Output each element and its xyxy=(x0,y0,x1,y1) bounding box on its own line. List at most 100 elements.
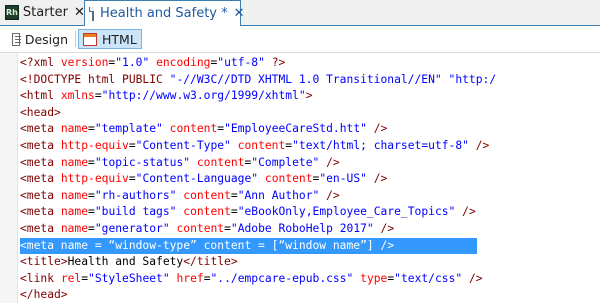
code-text-area[interactable]: <?xml version="1.0" encoding="utf-8" ?> <… xyxy=(20,55,600,304)
code-token: <!DOCTYPE html PUBLIC xyxy=(20,72,170,86)
code-token: content xyxy=(169,122,218,136)
code-token: "eBookOnly,Employee_Care_Topics" xyxy=(237,205,456,219)
code-token: <meta xyxy=(20,205,61,219)
code-line[interactable]: <meta name="template" content="EmployeeC… xyxy=(20,121,600,138)
code-token: href xyxy=(176,271,204,285)
code-token: = xyxy=(224,221,231,235)
code-token: Health and Safety xyxy=(67,255,184,269)
tab-health-and-safety[interactable]: Health and Safety * ✕ xyxy=(84,0,245,26)
code-token: "../empcare-epub.css" xyxy=(210,271,354,285)
code-token: /> xyxy=(319,188,340,202)
html-mode-button[interactable]: HTML xyxy=(78,29,142,49)
code-token: content xyxy=(183,205,231,219)
code-token: name xyxy=(60,221,89,235)
code-token: name xyxy=(60,188,89,202)
code-token: = xyxy=(230,205,238,219)
code-token: </title> xyxy=(183,255,238,269)
code-line[interactable]: <meta http-equiv="Content-Type" content=… xyxy=(20,138,600,155)
design-mode-label: Design xyxy=(24,31,68,47)
code-token: <meta name = “window-type” content = [“w… xyxy=(20,238,395,252)
code-token: "-//W3C//DTD XHTML 1.0 Transitional//EN" xyxy=(169,72,442,86)
code-token: "Ann Author" xyxy=(237,188,320,202)
code-token: </head> xyxy=(20,288,68,302)
code-line[interactable]: <!DOCTYPE html PUBLIC "-//W3C//DTD XHTML… xyxy=(20,72,600,89)
editor-gutter xyxy=(0,53,18,303)
view-mode-toolbar: Design HTML xyxy=(0,26,600,53)
code-token: content xyxy=(176,221,225,235)
code-line[interactable]: </head> xyxy=(20,287,600,304)
code-token: "EmployeeCareStd.htt" xyxy=(224,122,367,136)
code-token: > xyxy=(305,89,313,103)
html-code-editor[interactable]: <?xml version="1.0" encoding="utf-8" ?> <… xyxy=(0,53,600,303)
code-token: content xyxy=(264,172,313,186)
code-token: "text/html; charset=utf-8" xyxy=(292,138,469,152)
code-token: http-equiv xyxy=(60,138,129,152)
code-token: <meta xyxy=(20,172,61,186)
code-token: "template" xyxy=(94,122,163,136)
code-line[interactable]: <meta name="generator" content="Adobe Ro… xyxy=(20,221,600,238)
document-icon xyxy=(89,6,94,21)
code-token: "utf-8" xyxy=(217,56,265,69)
code-token: http-equiv xyxy=(60,172,129,186)
design-view-icon xyxy=(12,32,21,46)
code-token: name xyxy=(60,155,89,169)
code-line[interactable]: <?xml version="1.0" encoding="utf-8" ?> xyxy=(20,55,600,72)
code-token: name xyxy=(60,122,89,136)
code-token: <link xyxy=(20,271,61,285)
code-line[interactable]: <title>Health and Safety</title> xyxy=(20,254,600,271)
code-token: "1.0" xyxy=(115,56,150,69)
code-token: "Complete" xyxy=(251,155,320,169)
code-token: "Content-Type" xyxy=(135,138,231,152)
code-token: <title> xyxy=(20,255,68,269)
code-line[interactable]: <head> xyxy=(20,105,600,122)
code-token: /> xyxy=(319,155,340,169)
html-view-icon xyxy=(83,32,97,46)
document-tab-strip: Rh Starter ✕ Health and Safety * ✕ xyxy=(0,0,600,26)
rh-app-icon: Rh xyxy=(5,5,19,20)
code-token: <meta xyxy=(20,138,61,152)
code-token: encoding xyxy=(156,56,211,69)
code-token: name xyxy=(60,205,89,219)
code-line[interactable]: <meta name="build tags" content="eBookOn… xyxy=(20,204,600,221)
code-token: <meta xyxy=(20,122,61,136)
code-token: "generator" xyxy=(94,221,170,235)
code-token: /> xyxy=(366,172,388,186)
selected-code-line[interactable]: <meta name = “window-type” content = [“w… xyxy=(20,237,477,255)
code-token: "topic-status" xyxy=(94,155,191,169)
code-token: = xyxy=(128,172,136,186)
code-token: <html xyxy=(20,89,61,103)
code-token: /> xyxy=(462,271,483,285)
code-line[interactable]: <meta name="rh-authors" content="Ann Aut… xyxy=(20,188,600,205)
close-icon[interactable]: ✕ xyxy=(234,6,245,21)
code-line[interactable]: <meta http-equiv="Content-Language" cont… xyxy=(20,171,600,188)
code-token: "http:/ xyxy=(448,72,497,86)
code-token: = xyxy=(203,271,211,285)
code-token: "rh-authors" xyxy=(94,188,177,202)
code-token: content xyxy=(183,188,231,202)
code-token: <meta xyxy=(20,221,61,235)
code-token: "build tags" xyxy=(94,205,177,219)
code-token: <?xml xyxy=(20,56,61,69)
code-token: <meta xyxy=(20,188,61,202)
code-line[interactable]: <meta name="topic-status" content="Compl… xyxy=(20,155,600,172)
code-token: = xyxy=(81,271,89,285)
code-line[interactable]: <html xmlns="http://www.w3.org/1999/xhtm… xyxy=(20,88,600,105)
code-token: "http://www.w3.org/1999/xhtml" xyxy=(101,89,306,103)
code-token: "en-US" xyxy=(319,172,367,186)
tab-starter[interactable]: Rh Starter ✕ xyxy=(0,0,85,25)
code-token: = xyxy=(94,89,102,103)
code-token: "Content-Language" xyxy=(135,172,259,186)
tab-health-and-safety-label: Health and Safety * xyxy=(100,6,228,21)
code-token: = xyxy=(230,188,238,202)
design-mode-button[interactable]: Design xyxy=(8,29,72,49)
code-line[interactable]: <link rel="StyleSheet" href="../empcare-… xyxy=(20,271,600,288)
code-token: type xyxy=(360,271,388,285)
html-mode-label: HTML xyxy=(102,31,137,47)
code-token: rel xyxy=(60,271,82,285)
code-token: "text/css" xyxy=(394,271,463,285)
code-token: <meta xyxy=(20,155,61,169)
